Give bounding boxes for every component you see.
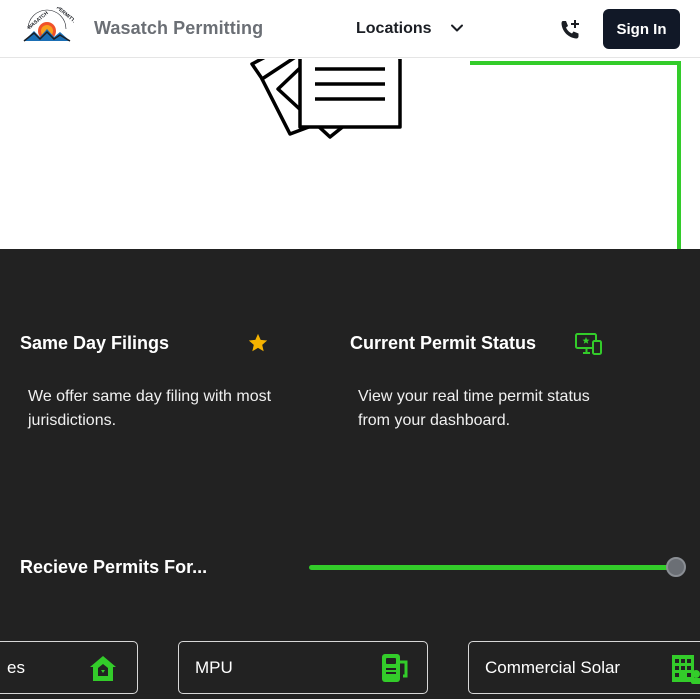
permits-slider-track[interactable] bbox=[309, 565, 677, 570]
feature-title-permit-status: Current Permit Status bbox=[350, 333, 537, 353]
building-icon bbox=[672, 655, 700, 684]
feature-title-same-day: Same Day Filings bbox=[20, 333, 170, 353]
permit-card-commercial-solar[interactable]: Commercial Solar bbox=[468, 641, 700, 694]
star-icon bbox=[248, 333, 268, 352]
permit-card-label: Commercial Solar bbox=[485, 658, 621, 677]
svg-text:PERMITTING: PERMITTING bbox=[55, 7, 74, 29]
feature-desc-same-day: We offer same day filing with most juris… bbox=[28, 388, 272, 429]
house-icon bbox=[90, 656, 116, 681]
accent-line-vertical bbox=[677, 61, 681, 249]
wasatch-logo-icon[interactable]: WASATCH PERMITTING bbox=[20, 7, 74, 43]
site-header: WASATCH PERMITTING Wasatch Permitting Lo… bbox=[0, 0, 700, 58]
hero-section bbox=[0, 59, 700, 249]
permits-heading: Recieve Permits For... bbox=[20, 557, 208, 577]
features-section: Same Day Filings We offer same day filin… bbox=[0, 249, 700, 699]
permit-card-label: es bbox=[7, 658, 25, 677]
fuel-pump-icon bbox=[382, 654, 408, 682]
permit-card-residential[interactable]: es bbox=[0, 641, 138, 694]
sign-in-button[interactable]: Sign In bbox=[603, 9, 680, 49]
permit-card-mpu[interactable]: MPU bbox=[178, 641, 428, 694]
permit-card-label: MPU bbox=[195, 658, 233, 677]
nav-locations[interactable]: Locations bbox=[356, 20, 432, 38]
permits-slider-handle[interactable] bbox=[666, 557, 686, 577]
accent-line-horizontal bbox=[470, 61, 681, 65]
phone-plus-icon[interactable] bbox=[558, 18, 582, 42]
chevron-down-icon[interactable] bbox=[449, 20, 465, 36]
feature-desc-permit-status: View your real time permit status from y… bbox=[358, 388, 590, 429]
documents-stack-icon bbox=[250, 59, 402, 139]
brand-name[interactable]: Wasatch Permitting bbox=[94, 18, 263, 39]
monitor-icon bbox=[575, 333, 602, 355]
